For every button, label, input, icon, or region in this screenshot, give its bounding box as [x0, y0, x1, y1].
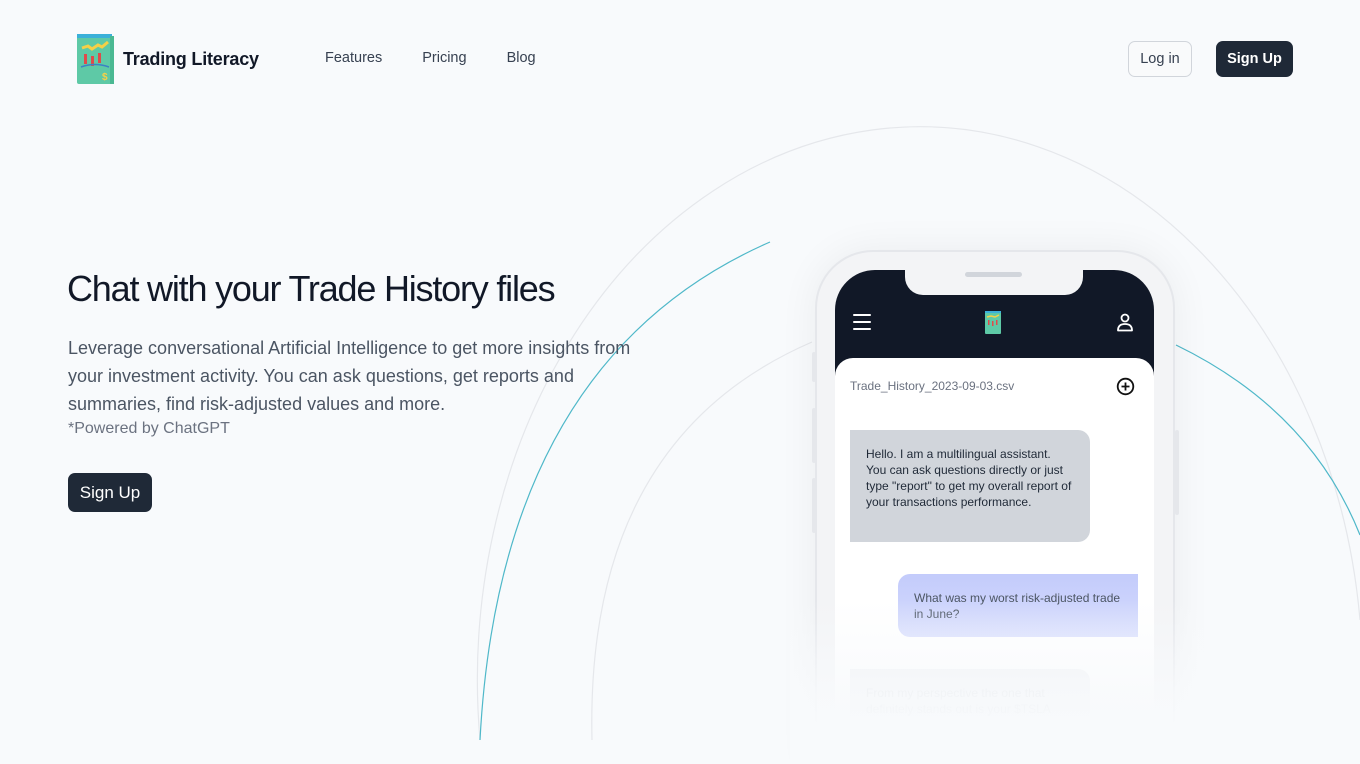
user-icon[interactable]: [1116, 313, 1134, 332]
site-header: $ Trading Literacy Features Pricing Blog…: [0, 0, 1360, 118]
right-arc-accent: [1175, 344, 1360, 536]
add-circle-icon[interactable]: [1116, 377, 1135, 396]
phone-side-button: [812, 408, 816, 463]
nav-link-features[interactable]: Features: [325, 50, 382, 66]
hero-title: Chat with your Trade History files: [67, 268, 556, 309]
app-logo-icon: [985, 311, 1001, 334]
phone-side-button: [812, 352, 816, 382]
brand-name: Trading Literacy: [123, 48, 259, 69]
hero-description: Leverage conversational Artificial Intel…: [68, 338, 631, 414]
login-button[interactable]: Log in: [1128, 41, 1192, 77]
phone-side-button: [1175, 430, 1179, 515]
brand-logo[interactable]: $ Trading Literacy: [77, 34, 259, 84]
phone-notch: [905, 270, 1083, 295]
file-name: Trade_History_2023-09-03.csv: [850, 379, 1015, 393]
phone-side-button: [812, 478, 816, 533]
signup-button-hero[interactable]: Sign Up: [68, 473, 152, 512]
nav-link-pricing[interactable]: Pricing: [422, 50, 466, 66]
main-nav: Features Pricing Blog: [325, 50, 576, 66]
signup-button-header[interactable]: Sign Up: [1216, 41, 1293, 77]
chat-message-assistant: Hello. I am a multilingual assistant. Yo…: [850, 430, 1090, 542]
svg-text:$: $: [102, 72, 108, 83]
nav-link-blog[interactable]: Blog: [507, 50, 536, 66]
menu-icon[interactable]: [853, 314, 871, 330]
powered-by-note: *Powered by ChatGPT: [68, 420, 230, 437]
outer-arc-accent: [479, 241, 771, 741]
bottom-fade-overlay: [790, 600, 1220, 764]
book-chart-icon: $: [77, 34, 114, 84]
phone-speaker: [965, 272, 1022, 277]
